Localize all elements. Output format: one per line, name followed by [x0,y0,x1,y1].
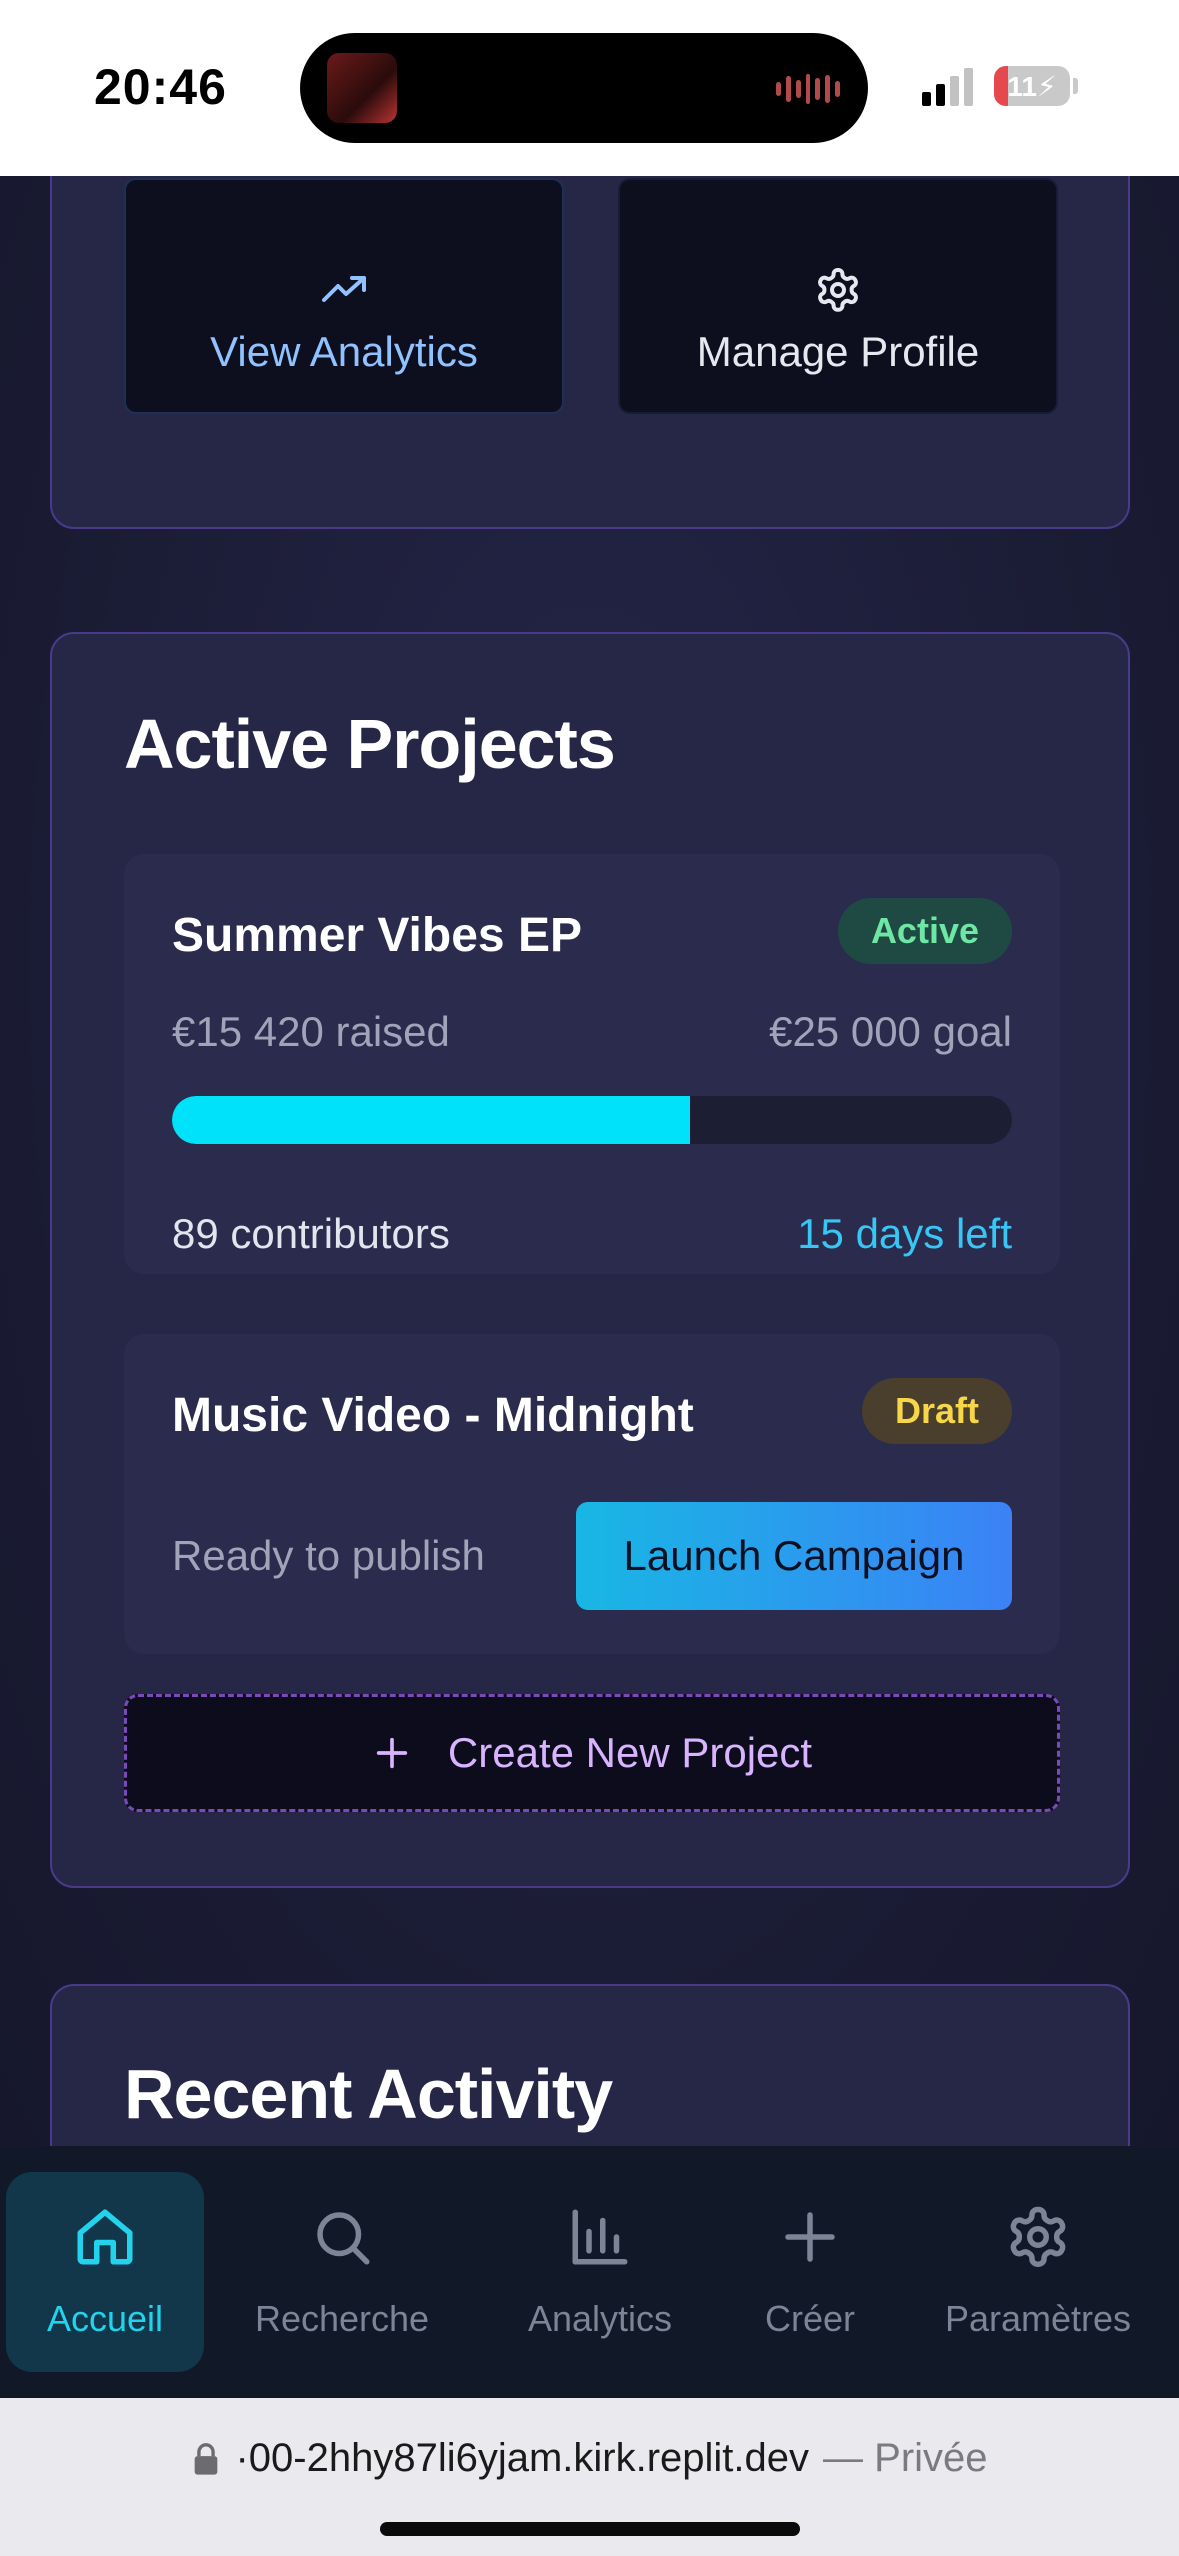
manage-profile-button[interactable]: Manage Profile [618,178,1058,414]
plus-icon [376,1737,408,1769]
nav-item-analytics[interactable]: Analytics [500,2172,700,2372]
view-analytics-button[interactable]: View Analytics [124,178,564,414]
raised-amount: €15 420 raised [172,1008,450,1055]
project-card-music-video[interactable]: Music Video - Midnight Draft Ready to pu… [124,1334,1060,1654]
contributors-count: 89 contributors [172,1210,450,1257]
url-text[interactable]: ·00-2hhy87li6yjam.kirk.replit.dev [235,2436,809,2481]
lock-icon [195,2442,218,2475]
nav-item-parametres[interactable]: Paramètres [920,2172,1156,2372]
home-icon [77,2209,133,2265]
nav-item-recherche[interactable]: Recherche [232,2172,452,2372]
funding-progress-bar [172,1096,1012,1144]
funding-progress-fill [172,1096,691,1144]
status-badge: Draft [861,1378,1012,1444]
bar-chart-icon [572,2209,628,2265]
active-projects-card: Active Projects Summer Vibes EP Active €… [50,632,1130,1888]
search-icon [317,2212,370,2265]
nav-label: Créer [764,2298,856,2339]
project-card-summer-vibes[interactable]: Summer Vibes EP Active €15 420 raised €2… [124,854,1060,1274]
now-playing-artwork [327,53,397,123]
create-new-project-label: Create New Project [447,1729,813,1776]
nav-item-accueil[interactable]: Accueil [6,2172,204,2372]
nav-label: Analytics [527,2298,673,2339]
recent-activity-title: Recent Activity [124,2055,613,2133]
bottom-nav: Accueil Recherche Analytics Créer Paramè… [0,2146,1179,2398]
dynamic-island[interactable] [300,33,868,143]
project-note: Ready to publish [172,1532,485,1579]
plus-icon [785,2212,835,2262]
manage-profile-label: Manage Profile [696,328,980,375]
active-projects-title: Active Projects [124,705,616,783]
status-time: 20:46 [94,59,227,115]
cellular-signal-icon [922,66,973,106]
quick-actions-card: View Analytics Manage Profile [50,176,1130,529]
status-bar: 20:46 11⚡ [0,0,1179,176]
launch-campaign-button[interactable]: Launch Campaign [576,1502,1012,1610]
gear-icon [1010,2206,1066,2267]
nav-item-creer[interactable]: Créer [740,2172,880,2372]
trending-up-icon [322,276,366,302]
gear-icon [818,268,858,312]
recent-activity-card: Recent Activity [50,1984,1130,2146]
nav-label: Recherche [254,2298,430,2339]
project-name: Music Video - Midnight [172,1389,694,1442]
create-new-project-button[interactable]: Create New Project [124,1694,1060,1812]
main-content[interactable]: View Analytics Manage Profile Active Pro… [0,176,1179,2146]
project-name: Summer Vibes EP [172,909,582,962]
nav-label: Paramètres [944,2298,1132,2339]
battery-level: 11 [1007,71,1037,102]
home-indicator[interactable] [380,2522,800,2536]
private-label: — Privée [823,2436,988,2480]
goal-amount: €25 000 goal [769,1008,1012,1055]
view-analytics-label: View Analytics [210,328,478,375]
audio-waveform-icon [776,69,841,109]
status-badge: Active [837,898,1012,964]
battery-icon: 11⚡ [994,66,1070,106]
nav-label: Accueil [46,2298,164,2339]
days-left: 15 days left [797,1210,1012,1257]
